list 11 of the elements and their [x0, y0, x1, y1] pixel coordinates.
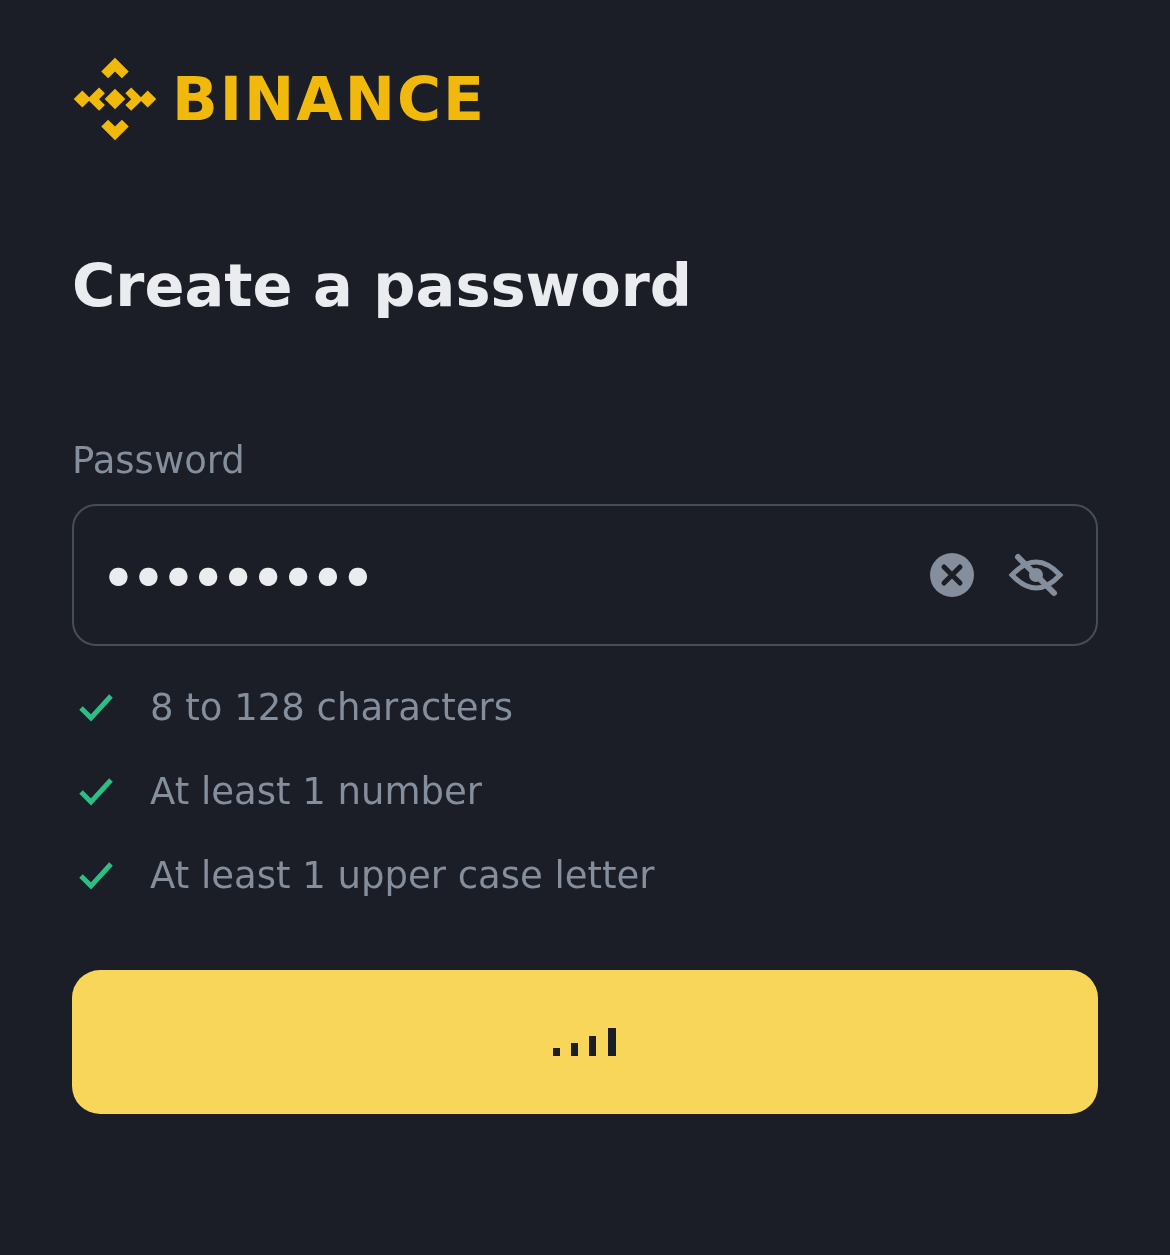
eye-slash-icon[interactable] — [1008, 553, 1064, 597]
requirement-text: At least 1 upper case letter — [150, 853, 655, 897]
page-title: Create a password — [72, 250, 693, 322]
brand-name: BINANCE — [172, 64, 486, 134]
logo-icon — [72, 56, 158, 142]
requirement-text: At least 1 number — [150, 769, 482, 813]
password-value: ●●●●●●●●● — [108, 561, 379, 589]
password-field[interactable]: ●●●●●●●●● — [72, 504, 1098, 646]
requirement-text: 8 to 128 characters — [150, 685, 514, 729]
field-label: Password — [72, 438, 246, 484]
clear-icon[interactable] — [930, 553, 974, 597]
